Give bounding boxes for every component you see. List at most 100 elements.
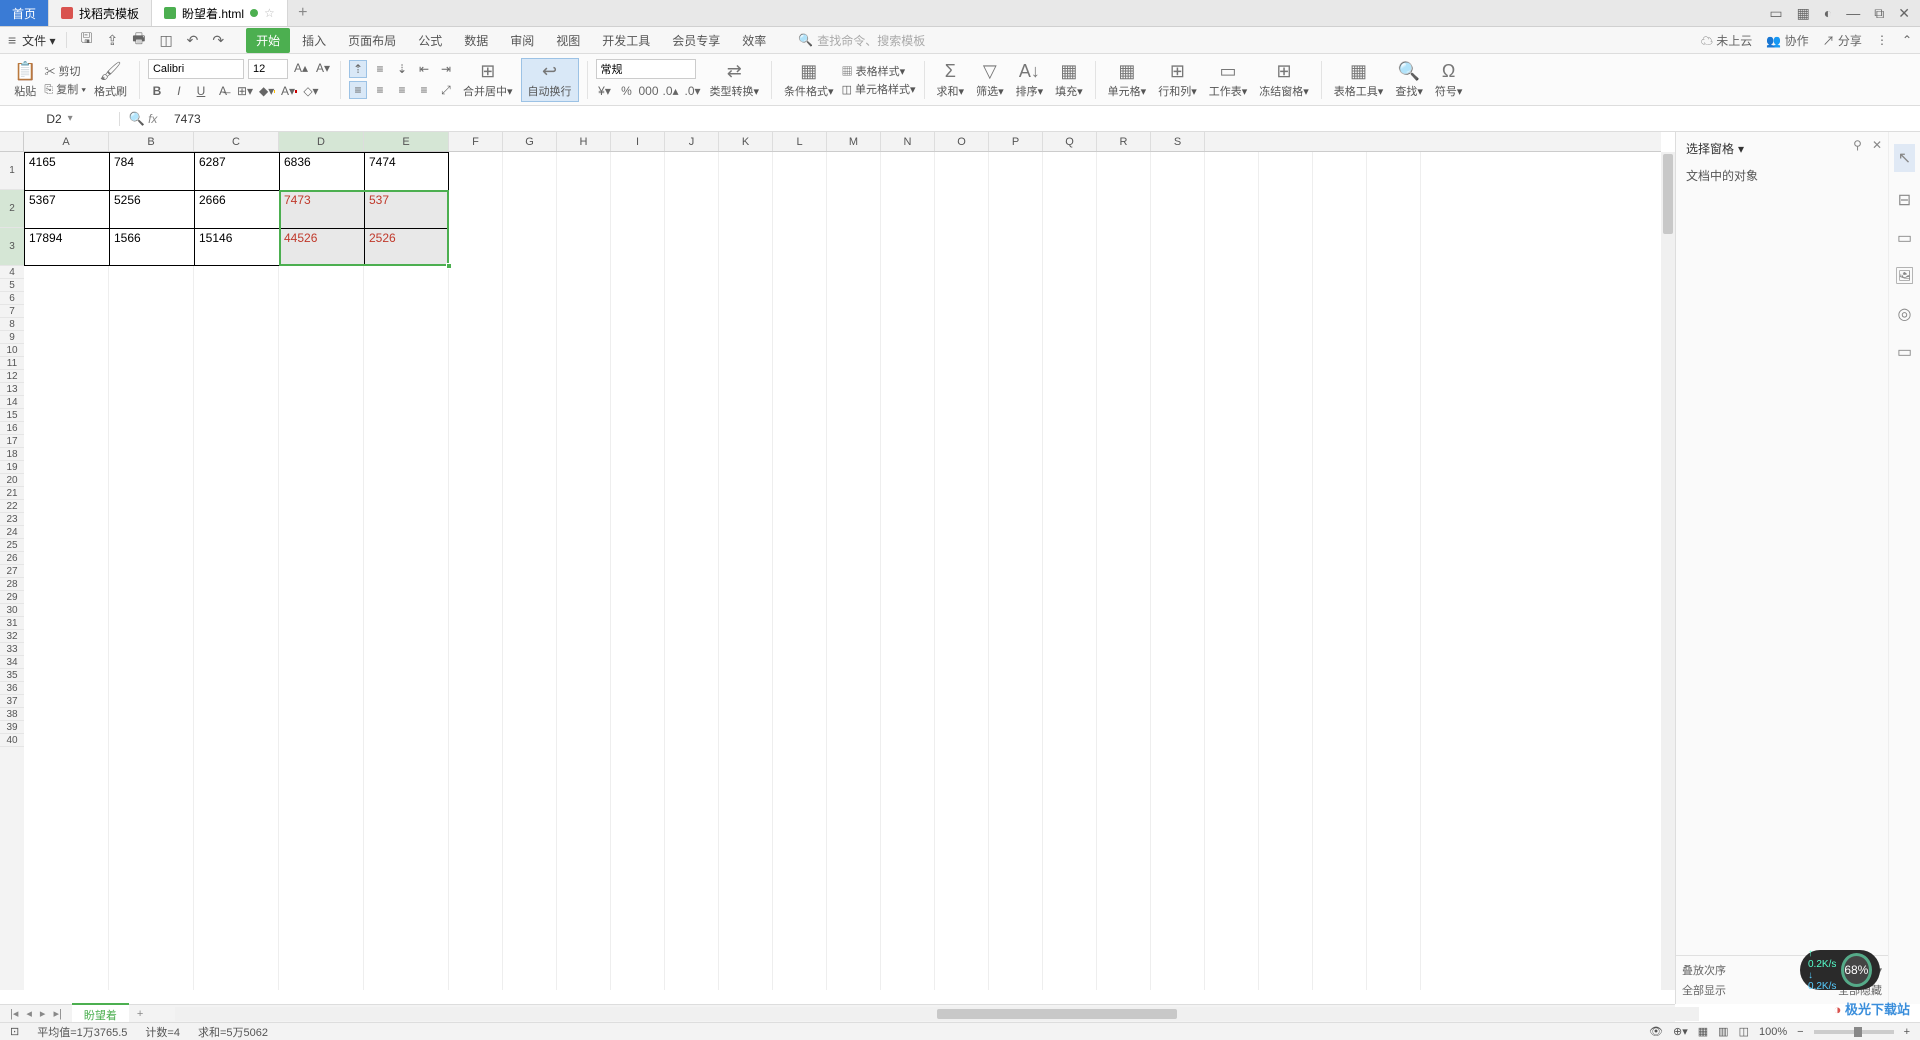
- underline-button[interactable]: U: [192, 82, 210, 100]
- tab-data[interactable]: 数据: [454, 28, 498, 53]
- comma-icon[interactable]: 000: [640, 82, 658, 100]
- row-header-37[interactable]: 37: [0, 695, 24, 708]
- cell-A3[interactable]: 17894: [24, 228, 109, 266]
- strike-button[interactable]: A̶: [214, 82, 232, 100]
- col-header-P[interactable]: P: [989, 132, 1043, 151]
- row-header-26[interactable]: 26: [0, 552, 24, 565]
- select-all-corner[interactable]: [0, 132, 24, 152]
- undo-icon[interactable]: ↶: [183, 32, 203, 49]
- collapse-ribbon-icon[interactable]: ⌃: [1902, 33, 1912, 47]
- wrap-button[interactable]: ↩自动换行: [521, 58, 579, 102]
- col-header-B[interactable]: B: [109, 132, 194, 151]
- clear-button[interactable]: ◇▾: [302, 82, 320, 100]
- row-header-20[interactable]: 20: [0, 474, 24, 487]
- first-sheet-icon[interactable]: |◂: [10, 1007, 18, 1020]
- indent-inc[interactable]: ⇥: [437, 60, 455, 78]
- dec-dec-icon[interactable]: .0▾: [684, 82, 702, 100]
- row-header-5[interactable]: 5: [0, 279, 24, 292]
- italic-button[interactable]: I: [170, 82, 188, 100]
- col-header-H[interactable]: H: [557, 132, 611, 151]
- tab-insert[interactable]: 插入: [292, 28, 336, 53]
- row-header-10[interactable]: 10: [0, 344, 24, 357]
- col-header-I[interactable]: I: [611, 132, 665, 151]
- minimize-button[interactable]: —: [1846, 5, 1860, 21]
- row-header-35[interactable]: 35: [0, 669, 24, 682]
- new-tab-button[interactable]: +: [288, 0, 318, 26]
- file-menu[interactable]: 文件 ▾: [22, 32, 55, 49]
- row-header-34[interactable]: 34: [0, 656, 24, 669]
- cloud-status[interactable]: ☁ 未上云: [1701, 32, 1752, 49]
- formula-input[interactable]: 7473: [166, 112, 1920, 126]
- normal-view-icon[interactable]: ▦: [1698, 1025, 1708, 1038]
- book-icon[interactable]: ▭: [1897, 342, 1912, 362]
- row-header-3[interactable]: 3: [0, 228, 24, 266]
- row-header-24[interactable]: 24: [0, 526, 24, 539]
- row-header-14[interactable]: 14: [0, 396, 24, 409]
- inc-dec-icon[interactable]: .0▴: [662, 82, 680, 100]
- cell-D1[interactable]: 6836: [279, 152, 364, 190]
- cell-C3[interactable]: 15146: [194, 228, 279, 266]
- tab-layout[interactable]: 页面布局: [338, 28, 406, 53]
- last-sheet-icon[interactable]: ▸|: [53, 1007, 61, 1020]
- hamburger-icon[interactable]: ≡: [8, 32, 16, 48]
- cell-D3[interactable]: 44526: [279, 228, 364, 266]
- col-header-J[interactable]: J: [665, 132, 719, 151]
- command-search[interactable]: 🔍 查找命令、搜索模板: [798, 32, 925, 49]
- user-icon[interactable]: ◐: [1824, 5, 1832, 21]
- cell-A1[interactable]: 4165: [24, 152, 109, 190]
- sort-button[interactable]: A↓排序▾: [1012, 61, 1048, 99]
- tab-member[interactable]: 会员专享: [662, 28, 730, 53]
- typeconv-button[interactable]: ⇄类型转换▾: [706, 61, 764, 99]
- row-header-32[interactable]: 32: [0, 630, 24, 643]
- copy-button[interactable]: ⎘ 复制 ▾: [44, 81, 86, 97]
- freeze-button[interactable]: ⊞冻结窗格▾: [1255, 61, 1313, 99]
- col-header-R[interactable]: R: [1097, 132, 1151, 151]
- vscroll-thumb[interactable]: [1663, 154, 1673, 234]
- tab-document[interactable]: 盼望着.html☆: [152, 0, 288, 26]
- preview-icon[interactable]: ◫: [155, 32, 176, 49]
- col-header-S[interactable]: S: [1151, 132, 1205, 151]
- col-header-L[interactable]: L: [773, 132, 827, 151]
- align-top[interactable]: ⇡: [349, 60, 367, 78]
- row-header-11[interactable]: 11: [0, 357, 24, 370]
- vertical-scrollbar[interactable]: [1661, 152, 1675, 990]
- row-header-7[interactable]: 7: [0, 305, 24, 318]
- merge-button[interactable]: ⊞合并居中▾: [459, 61, 517, 99]
- align-mid[interactable]: ≡: [371, 60, 389, 78]
- cells-area[interactable]: 1789415661514644526252653675256266674735…: [24, 152, 1661, 990]
- zoom-out-button[interactable]: −: [1797, 1026, 1803, 1038]
- align-left[interactable]: ≡: [349, 81, 367, 99]
- percent-icon[interactable]: %: [618, 82, 636, 100]
- showall-button[interactable]: 全部显示: [1682, 982, 1726, 998]
- col-header-A[interactable]: A: [24, 132, 109, 151]
- reading-view-icon[interactable]: ◫: [1739, 1025, 1749, 1038]
- row-header-19[interactable]: 19: [0, 461, 24, 474]
- orientation[interactable]: ⤢: [437, 81, 455, 99]
- prev-sheet-icon[interactable]: ◂: [26, 1007, 32, 1020]
- tab-template[interactable]: 找稻壳模板: [49, 0, 152, 26]
- condfmt-button[interactable]: ▦条件格式▾: [780, 61, 838, 99]
- tab-home[interactable]: 首页: [0, 0, 49, 26]
- font-select[interactable]: [148, 59, 244, 79]
- row-header-30[interactable]: 30: [0, 604, 24, 617]
- more-icon[interactable]: ⋮: [1876, 33, 1888, 47]
- row-header-4[interactable]: 4: [0, 266, 24, 279]
- tab-formula[interactable]: 公式: [408, 28, 452, 53]
- close-pane-icon[interactable]: ✕: [1872, 138, 1882, 152]
- col-header-M[interactable]: M: [827, 132, 881, 151]
- location-icon[interactable]: ◎: [1898, 304, 1912, 324]
- cut-button[interactable]: ✂ 剪切: [44, 63, 86, 79]
- rowcol-button[interactable]: ⊞行和列▾: [1154, 61, 1201, 99]
- align-center[interactable]: ≡: [371, 81, 389, 99]
- row-header-39[interactable]: 39: [0, 721, 24, 734]
- col-header-Q[interactable]: Q: [1043, 132, 1097, 151]
- row-header-16[interactable]: 16: [0, 422, 24, 435]
- currency-icon[interactable]: ¥▾: [596, 82, 614, 100]
- cell-D2[interactable]: 7473: [279, 190, 364, 228]
- fillcolor-button[interactable]: ◆▾: [258, 82, 276, 100]
- row-header-40[interactable]: 40: [0, 734, 24, 747]
- row-header-1[interactable]: 1: [0, 152, 24, 190]
- row-header-18[interactable]: 18: [0, 448, 24, 461]
- row-header-23[interactable]: 23: [0, 513, 24, 526]
- fontsize-select[interactable]: [248, 59, 288, 79]
